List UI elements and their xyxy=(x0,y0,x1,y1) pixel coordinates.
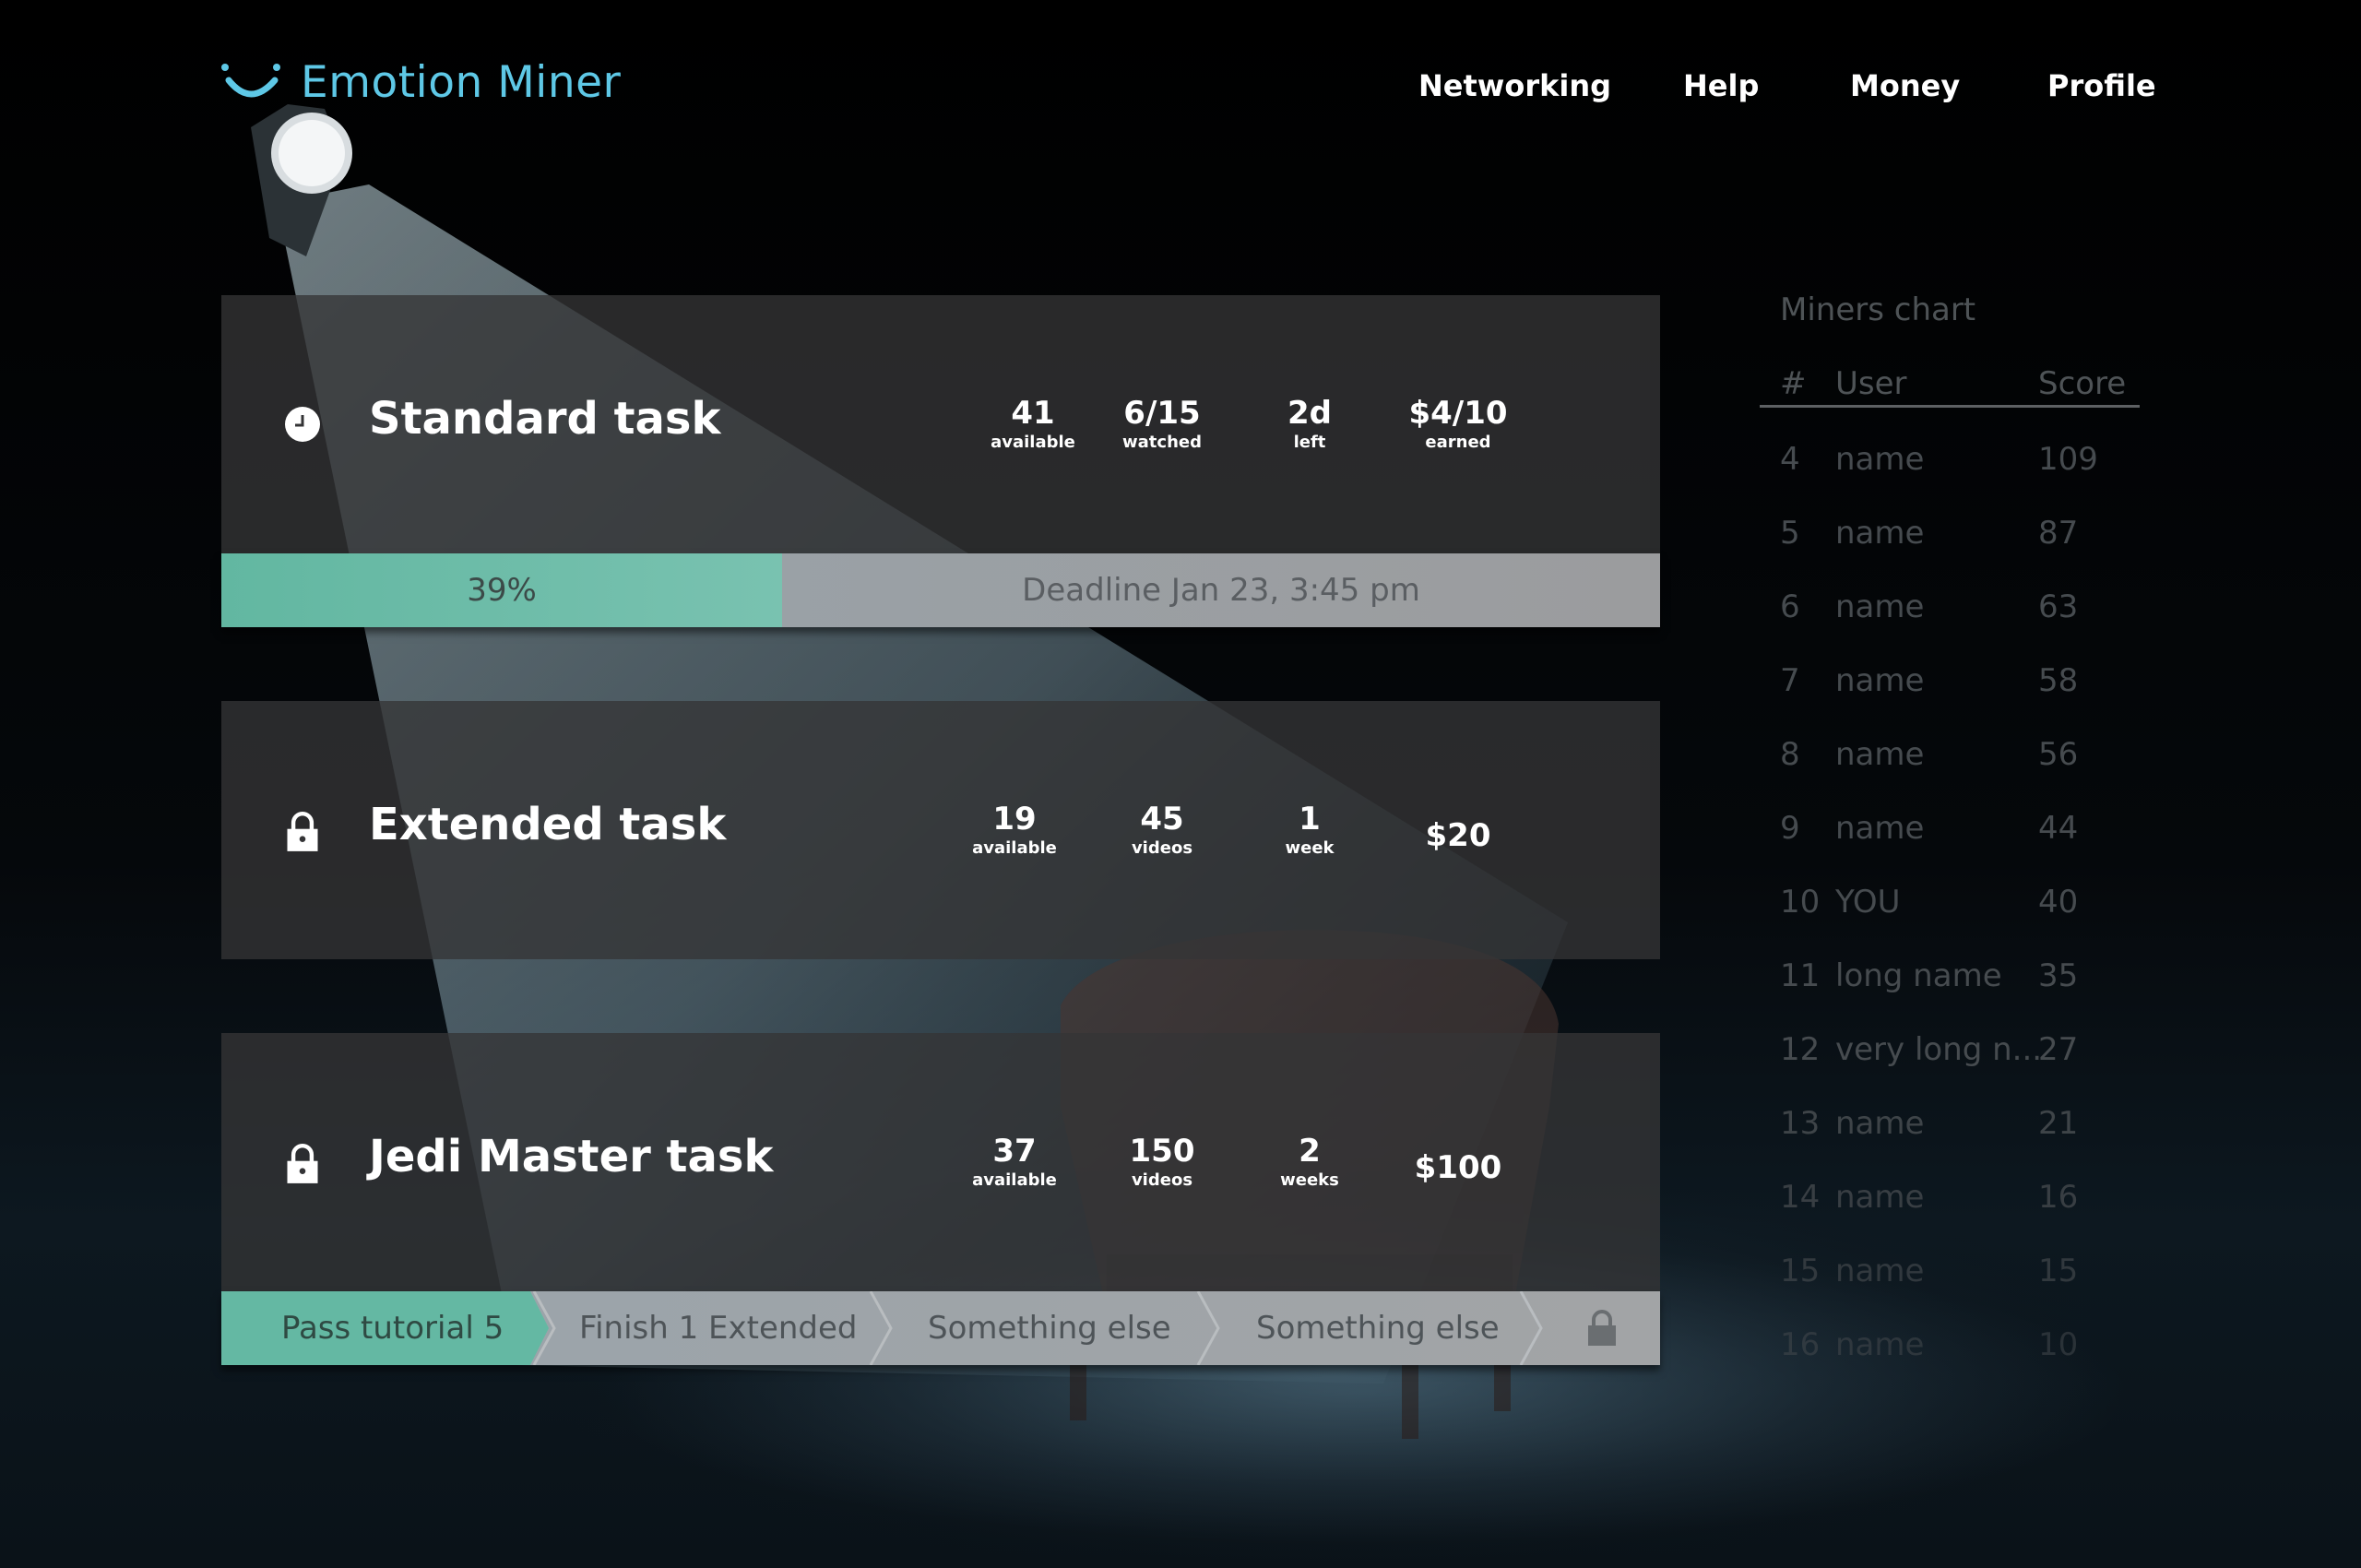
rank-cell: 9 xyxy=(1780,810,1800,847)
rank-cell: 15 xyxy=(1780,1253,1821,1289)
rank-cell: 5 xyxy=(1780,515,1800,552)
stat-reward: $20 xyxy=(1425,817,1491,854)
task-card-standard[interactable]: Standard task 41 available 6/15 watched … xyxy=(221,295,1660,627)
table-row[interactable]: 10 YOU 40 xyxy=(1760,884,2140,957)
app-logo[interactable]: Emotion Miner xyxy=(219,57,621,108)
score-cell: 21 xyxy=(2038,1105,2079,1142)
nav-profile[interactable]: Profile xyxy=(2047,68,2156,103)
table-row[interactable]: 9 name 44 xyxy=(1760,810,2140,884)
score-cell: 63 xyxy=(2038,588,2079,625)
table-row[interactable]: 6 name 63 xyxy=(1760,588,2140,662)
user-cell: YOU xyxy=(1835,884,1901,921)
smile-icon xyxy=(221,63,280,97)
user-cell: name xyxy=(1835,441,1925,478)
chevron-right-icon xyxy=(1519,1291,1543,1365)
requirement-step[interactable]: Pass tutorial 5 xyxy=(281,1291,504,1365)
stat-time-left: 2d left xyxy=(1287,395,1332,452)
stat-earned: $4/10 earned xyxy=(1408,395,1508,452)
table-row[interactable]: 8 name 56 xyxy=(1760,736,2140,810)
spotlight-lamp xyxy=(251,104,352,256)
app-title: Emotion Miner xyxy=(301,57,622,108)
score-cell: 58 xyxy=(2038,662,2079,699)
column-score: Score xyxy=(2038,365,2127,402)
miners-chart-header: # User Score xyxy=(1760,365,2140,408)
stat-duration: 2 weeks xyxy=(1280,1133,1339,1190)
progress-percent: 39% xyxy=(467,572,537,609)
lock-icon xyxy=(287,1144,318,1183)
rank-cell: 7 xyxy=(1780,662,1800,699)
rank-cell: 14 xyxy=(1780,1179,1821,1216)
task-title: Extended task xyxy=(369,799,727,850)
rank-cell: 6 xyxy=(1780,588,1800,625)
task-title: Standard task xyxy=(369,393,721,445)
stat-videos: 45 videos xyxy=(1131,801,1193,858)
table-row[interactable]: 4 name 109 xyxy=(1760,441,2140,515)
rank-cell: 13 xyxy=(1780,1105,1821,1142)
user-cell: name xyxy=(1835,588,1925,625)
rank-cell: 16 xyxy=(1780,1326,1821,1363)
score-cell: 87 xyxy=(2038,515,2079,552)
score-cell: 16 xyxy=(2038,1179,2079,1216)
task-title: Jedi Master task xyxy=(369,1131,774,1182)
table-row[interactable]: 15 name 15 xyxy=(1760,1253,2140,1326)
user-cell: name xyxy=(1835,662,1925,699)
task-card-jedi-master[interactable]: Jedi Master task 37 available 150 videos… xyxy=(221,1033,1660,1365)
table-row[interactable]: 12 very long n... 27 xyxy=(1760,1031,2140,1105)
user-cell: long name xyxy=(1835,957,2002,994)
user-cell: name xyxy=(1835,1253,1925,1289)
nav-help[interactable]: Help xyxy=(1683,68,1759,103)
chevron-right-icon xyxy=(1196,1291,1220,1365)
user-cell: name xyxy=(1835,736,1925,773)
nav-money[interactable]: Money xyxy=(1850,68,1960,103)
score-cell: 10 xyxy=(2038,1326,2079,1363)
user-cell: name xyxy=(1835,515,1925,552)
score-cell: 15 xyxy=(2038,1253,2079,1289)
table-row[interactable]: 7 name 58 xyxy=(1760,662,2140,736)
column-rank: # xyxy=(1780,365,1807,402)
score-cell: 56 xyxy=(2038,736,2079,773)
stat-watched: 6/15 watched xyxy=(1122,395,1202,452)
requirement-step[interactable]: Something else xyxy=(1256,1291,1500,1365)
table-row[interactable]: 14 name 16 xyxy=(1760,1179,2140,1253)
requirements-bar: Pass tutorial 5 Finish 1 Extended Someth… xyxy=(221,1291,1660,1365)
score-cell: 44 xyxy=(2038,810,2079,847)
rank-cell: 10 xyxy=(1780,884,1821,921)
score-cell: 109 xyxy=(2038,441,2098,478)
score-cell: 40 xyxy=(2038,884,2079,921)
score-cell: 27 xyxy=(2038,1031,2079,1068)
stat-available: 37 available xyxy=(972,1133,1057,1190)
task-card-extended[interactable]: Extended task 19 available 45 videos 1 w… xyxy=(221,701,1660,959)
rank-cell: 4 xyxy=(1780,441,1800,478)
stat-videos: 150 videos xyxy=(1129,1133,1195,1190)
table-row[interactable]: 5 name 87 xyxy=(1760,515,2140,588)
score-cell: 35 xyxy=(2038,957,2079,994)
chevron-right-icon xyxy=(869,1291,893,1365)
stat-reward: $100 xyxy=(1414,1149,1502,1186)
user-cell: name xyxy=(1835,1179,1925,1216)
clock-icon xyxy=(285,407,320,442)
user-cell: name xyxy=(1835,1105,1925,1142)
lock-icon xyxy=(287,812,318,851)
user-cell: very long n... xyxy=(1835,1031,2043,1068)
stat-available: 19 available xyxy=(972,801,1057,858)
user-cell: name xyxy=(1835,1326,1925,1363)
table-row[interactable]: 16 name 10 xyxy=(1760,1326,2140,1400)
progress-deadline: Deadline Jan 23, 3:45 pm xyxy=(1022,572,1420,609)
rank-cell: 11 xyxy=(1780,957,1821,994)
table-row[interactable]: 13 name 21 xyxy=(1760,1105,2140,1179)
nav-networking[interactable]: Networking xyxy=(1418,68,1611,103)
stat-duration: 1 week xyxy=(1285,801,1335,858)
stat-available: 41 available xyxy=(991,395,1075,452)
rank-cell: 8 xyxy=(1780,736,1800,773)
column-user: User xyxy=(1835,365,1907,402)
user-cell: name xyxy=(1835,810,1925,847)
table-row[interactable]: 11 long name 35 xyxy=(1760,957,2140,1031)
rank-cell: 12 xyxy=(1780,1031,1821,1068)
requirement-step[interactable]: Something else xyxy=(928,1291,1171,1365)
lock-icon xyxy=(1588,1310,1616,1346)
task-progress-bar: 39% Deadline Jan 23, 3:45 pm xyxy=(221,553,1660,627)
requirement-step[interactable]: Finish 1 Extended xyxy=(579,1291,858,1365)
miners-chart-title: Miners chart xyxy=(1780,291,1976,328)
chevron-right-icon xyxy=(532,1291,556,1365)
